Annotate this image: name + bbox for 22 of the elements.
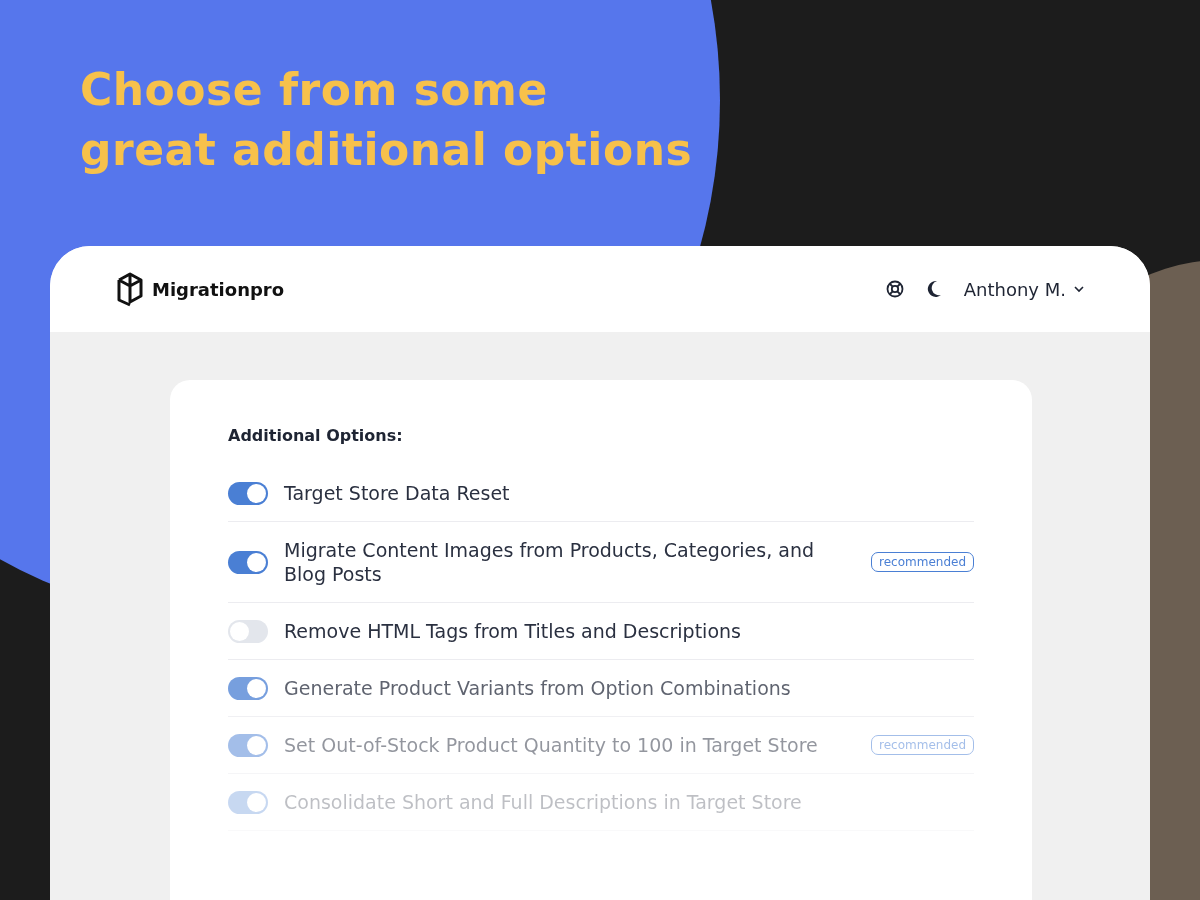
toggle-switch[interactable] [228,733,268,757]
option-label: Remove HTML Tags from Titles and Descriptions [284,619,742,643]
option-label: Migrate Content Images from Products, Categories, and Blog Posts [284,538,816,586]
section-title: Additional Options: [228,426,404,445]
option-label: Target Store Data Reset [284,481,511,505]
toggle-switch[interactable] [228,676,268,700]
option-label: Consolidate Short and Full Descriptions in Target Store [284,790,803,814]
option-label: Set Out-of-Stock Product Quantity to 100 in Target Store [284,733,819,757]
recommended-tag: recommended [871,735,974,755]
toggle-switch[interactable] [228,481,268,505]
recommended-tag: recommended [871,552,974,572]
logo-icon [116,270,144,308]
toggle-switch[interactable] [228,619,268,643]
toggle-switch[interactable] [228,550,268,574]
caret-icon [1074,285,1084,293]
toggle-switch[interactable] [228,790,268,814]
brand-name: Migrationpro [152,278,285,300]
headline: Choose from some great additional options [80,63,694,177]
option-label: Generate Product Variants from Option Combinations [284,676,792,700]
moon-icon[interactable] [925,280,942,298]
user-menu[interactable]: Anthony M. [963,278,1084,300]
help-icon[interactable] [885,280,904,298]
